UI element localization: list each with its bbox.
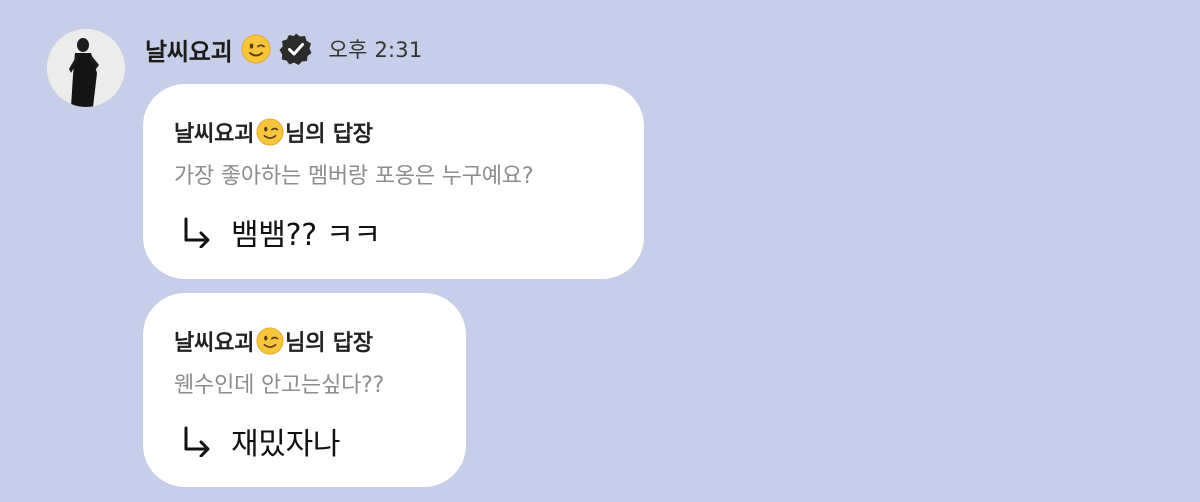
answer-text: 재밌자나 (231, 427, 341, 462)
reply-arrow-icon (181, 425, 213, 457)
winking-face-emoji-icon (256, 327, 284, 355)
message-time: 오후 2:31 (328, 38, 423, 62)
reply-arrow-icon (181, 216, 213, 248)
answer-text: 뱀뱀?? ㅋㅋ (231, 218, 381, 253)
reply-to-name: 날씨요괴 (174, 122, 255, 147)
reply-header: 날씨요괴 님의 답장 (174, 116, 373, 148)
answer-row: 재밌자나 (181, 419, 341, 463)
reply-suffix: 님의 답장 (285, 122, 373, 147)
reply-bubble[interactable]: 날씨요괴 님의 답장 가장 좋아하는 멤버랑 포옹은 누구예요? 뱀뱀?? ㅋㅋ (143, 84, 644, 279)
avatar-photo (47, 29, 125, 107)
verified-check-icon (279, 32, 313, 66)
winking-face-emoji-icon (241, 34, 271, 64)
avatar[interactable] (47, 29, 125, 107)
answer-row: 뱀뱀?? ㅋㅋ (181, 210, 381, 254)
sender-name[interactable]: 날씨요괴 (145, 32, 233, 67)
winking-face-emoji-icon (256, 118, 284, 146)
reply-to-name: 날씨요괴 (174, 331, 255, 356)
reply-header: 날씨요괴 님의 답장 (174, 325, 373, 357)
reply-bubble[interactable]: 날씨요괴 님의 답장 웬수인데 안고는싶다?? 재밌자나 (143, 293, 466, 487)
message-header: 날씨요괴 오후 2:31 (145, 28, 422, 70)
reply-suffix: 님의 답장 (285, 331, 373, 356)
quoted-question: 웬수인데 안고는싶다?? (174, 373, 385, 398)
quoted-question: 가장 좋아하는 멤버랑 포옹은 누구예요? (174, 164, 534, 189)
